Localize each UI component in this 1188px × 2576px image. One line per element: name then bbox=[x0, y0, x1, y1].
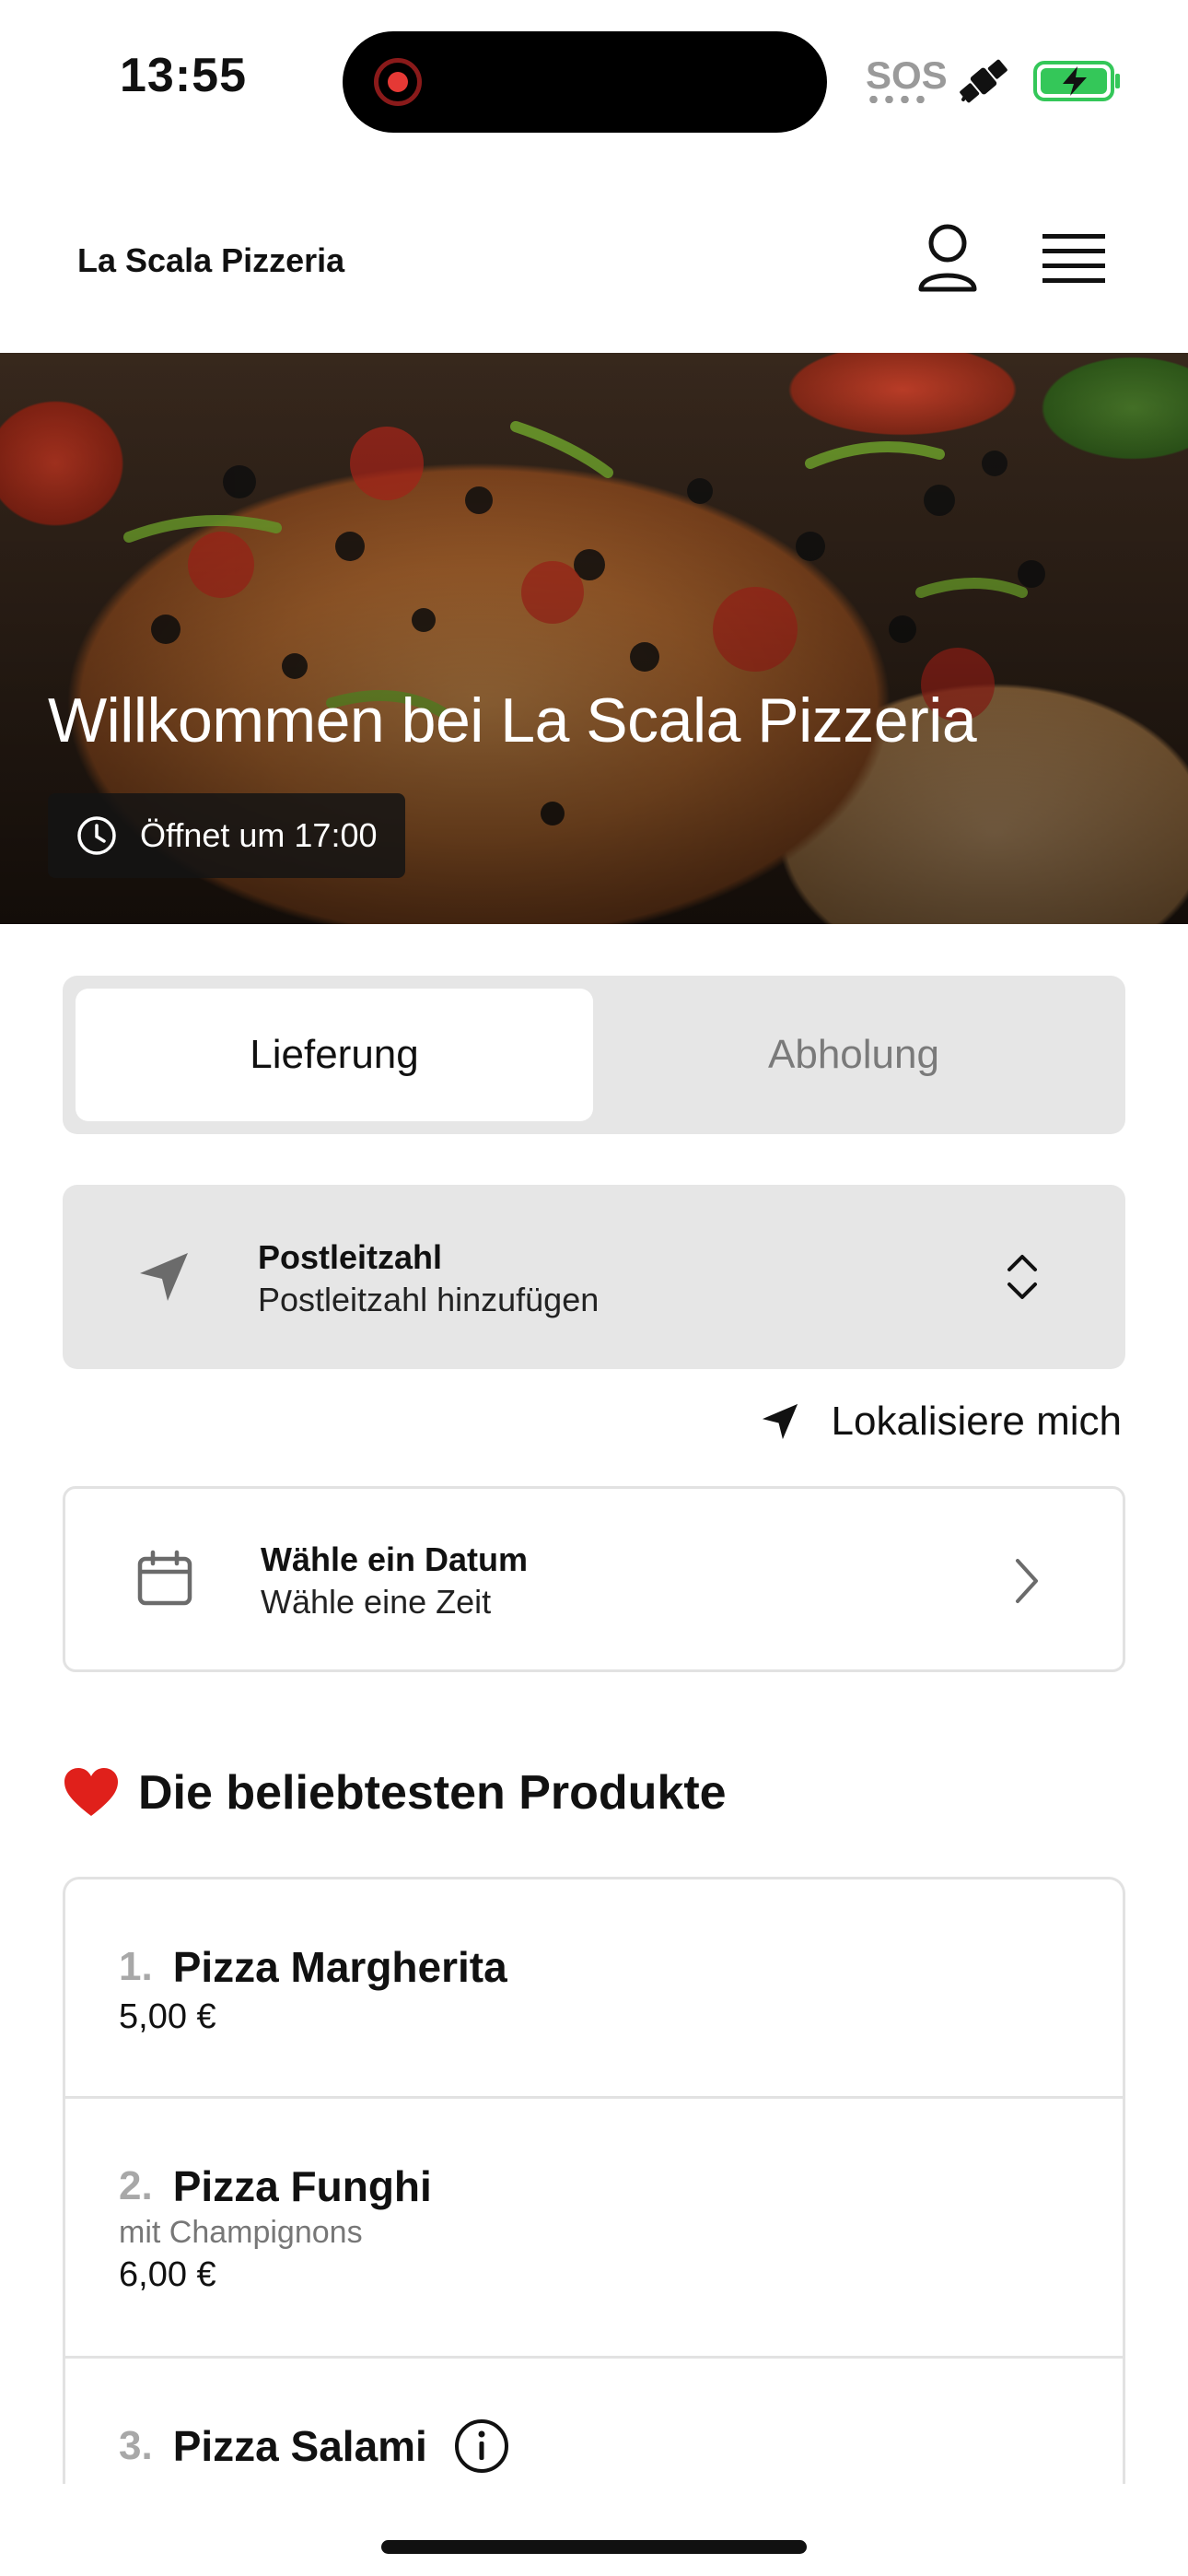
location-arrow-icon bbox=[140, 1253, 188, 1301]
location-arrow-icon bbox=[762, 1403, 798, 1440]
locate-me-button[interactable]: Lokalisiere mich bbox=[760, 1399, 1122, 1445]
heart-icon bbox=[64, 1768, 118, 1816]
chevron-up-down-icon bbox=[1007, 1255, 1037, 1299]
signal-dots-icon bbox=[866, 96, 928, 103]
date-picker-title: Wähle ein Datum bbox=[261, 1540, 529, 1578]
status-bar: 13:55 SOS bbox=[0, 0, 1188, 157]
product-description: mit Champignons bbox=[119, 2215, 363, 2250]
product-name: Pizza Funghi bbox=[172, 2162, 432, 2210]
date-picker-subtitle: Wähle eine Zeit bbox=[261, 1583, 492, 1621]
list-item[interactable]: 2. Pizza Funghi mit Champignons 6,00 € bbox=[65, 2099, 1123, 2359]
user-icon[interactable] bbox=[915, 221, 980, 295]
satellite-icon bbox=[960, 59, 1007, 103]
order-mode-toggle: Lieferung Abholung bbox=[63, 976, 1125, 1134]
sos-indicator: SOS bbox=[866, 53, 948, 97]
product-price: 6,00 € bbox=[119, 2255, 216, 2294]
home-indicator[interactable] bbox=[381, 2540, 807, 2554]
product-list: 1. Pizza Margherita 5,00 € 2. Pizza Fung… bbox=[63, 1877, 1125, 2576]
product-name: Pizza Margherita bbox=[172, 1943, 507, 1991]
product-rank: 3. bbox=[119, 2423, 153, 2468]
menu-icon[interactable] bbox=[1041, 228, 1107, 287]
postal-code-field[interactable]: Postleitzahl Postleitzahl hinzufügen bbox=[63, 1185, 1125, 1369]
postal-code-placeholder: Postleitzahl hinzufügen bbox=[258, 1281, 600, 1318]
calendar-icon bbox=[137, 1550, 192, 1606]
date-time-picker[interactable]: Wähle ein Datum Wähle eine Zeit bbox=[63, 1486, 1125, 1672]
list-item[interactable]: 1. Pizza Margherita 5,00 € bbox=[65, 1879, 1123, 2099]
tab-pickup[interactable]: Abholung bbox=[595, 989, 1112, 1121]
status-time: 13:55 bbox=[120, 49, 247, 102]
locate-me-label: Lokalisiere mich bbox=[831, 1399, 1122, 1444]
section-title: Die beliebtesten Produkte bbox=[138, 1766, 727, 1820]
product-price: 5,00 € bbox=[119, 1997, 216, 2036]
opening-hours-text: Öffnet um 17:00 bbox=[140, 816, 378, 854]
screen-recording-icon bbox=[374, 58, 422, 106]
brand-name[interactable]: La Scala Pizzeria bbox=[77, 241, 344, 280]
app-header: La Scala Pizzeria bbox=[0, 184, 1188, 353]
info-icon[interactable] bbox=[453, 2418, 510, 2475]
product-rank: 2. bbox=[119, 2163, 153, 2208]
hero-title: Willkommen bei La Scala Pizzeria bbox=[48, 685, 977, 755]
tab-delivery[interactable]: Lieferung bbox=[76, 989, 593, 1121]
dynamic-island bbox=[343, 31, 827, 133]
popular-products-heading: Die beliebtesten Produkte bbox=[63, 1765, 727, 1821]
product-name: Pizza Salami bbox=[172, 2422, 427, 2470]
opening-hours-badge: Öffnet um 17:00 bbox=[48, 793, 405, 878]
hero-banner: Willkommen bei La Scala Pizzeria Öffnet … bbox=[0, 353, 1188, 924]
product-rank: 1. bbox=[119, 1944, 153, 1989]
chevron-right-icon bbox=[1016, 1559, 1038, 1603]
clock-icon bbox=[77, 816, 116, 855]
postal-code-label: Postleitzahl bbox=[258, 1238, 443, 1276]
battery-charging-icon bbox=[1033, 61, 1120, 101]
bottom-safe-area bbox=[0, 2484, 1188, 2576]
